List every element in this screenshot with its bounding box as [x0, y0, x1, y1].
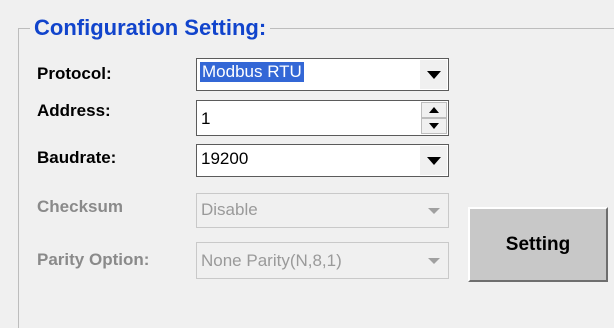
baudrate-select[interactable]: 19200: [196, 144, 449, 177]
address-spinbox[interactable]: 1: [196, 100, 449, 136]
chevron-down-icon: [427, 207, 440, 214]
chevron-down-icon: [427, 257, 440, 264]
chevron-down-icon: [426, 70, 441, 79]
spin-down-button[interactable]: [421, 118, 447, 134]
address-spin-buttons: [421, 102, 447, 134]
checksum-value: Disable: [201, 200, 258, 219]
protocol-select[interactable]: Modbus RTU: [196, 58, 449, 91]
protocol-dropdown-button[interactable]: [419, 60, 447, 89]
checksum-select[interactable]: Disable: [196, 193, 449, 228]
parity-dropdown-button[interactable]: [420, 244, 447, 277]
baudrate-value: 19200: [201, 149, 249, 168]
chevron-down-icon: [426, 156, 441, 165]
baudrate-label: Baudrate:: [37, 148, 117, 167]
checksum-label: Checksum: [37, 197, 123, 216]
protocol-label: Protocol:: [37, 64, 112, 83]
arrow-up-icon: [429, 107, 439, 113]
baudrate-dropdown-button[interactable]: [419, 146, 447, 175]
arrow-down-icon: [429, 123, 439, 129]
setting-button[interactable]: Setting: [468, 207, 608, 282]
parity-value: None Parity(N,8,1): [201, 251, 342, 270]
spin-up-button[interactable]: [421, 102, 447, 118]
parity-label: Parity Option:: [37, 250, 150, 269]
protocol-value: Modbus RTU: [200, 62, 304, 82]
group-title: Configuration Setting:: [30, 14, 271, 42]
address-label: Address:: [37, 101, 111, 120]
address-value: 1: [201, 109, 211, 128]
parity-select[interactable]: None Parity(N,8,1): [196, 242, 449, 279]
checksum-dropdown-button[interactable]: [420, 195, 447, 226]
